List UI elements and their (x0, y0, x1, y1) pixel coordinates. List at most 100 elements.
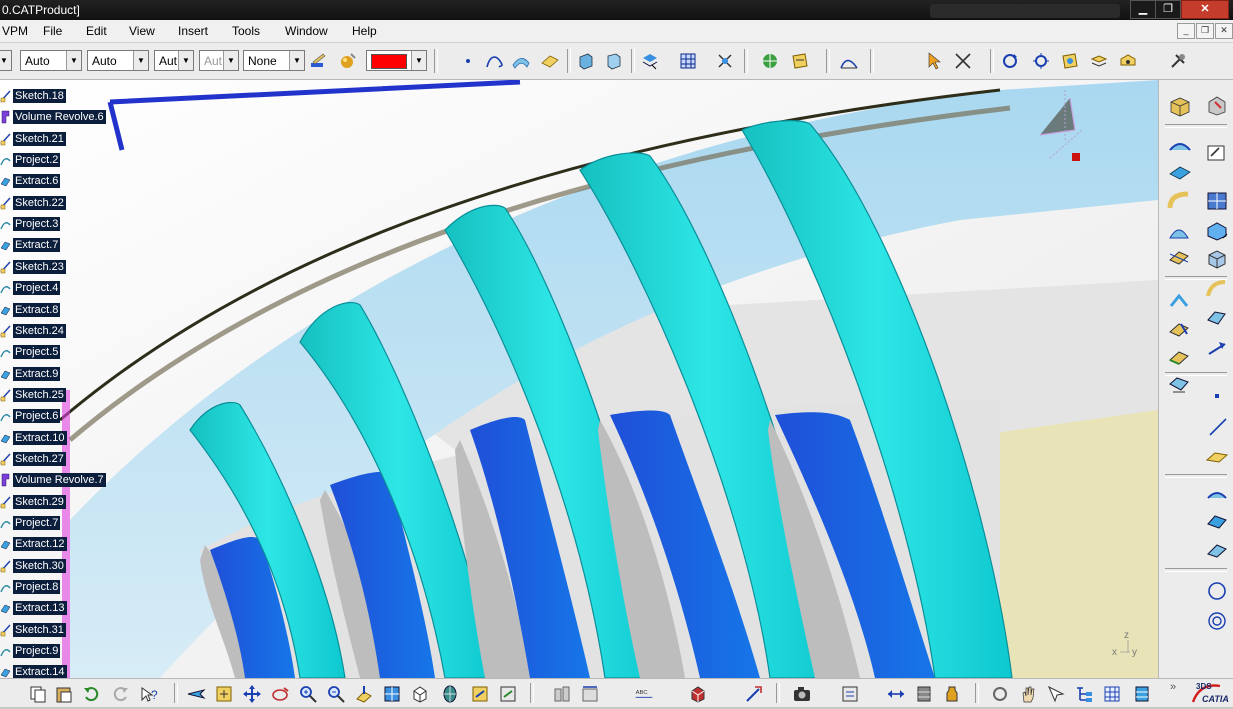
plane-icon[interactable] (540, 51, 560, 71)
edit-icon[interactable] (1060, 51, 1080, 71)
window-maximize-button[interactable]: ❐ (1155, 0, 1181, 19)
parallel-curve-icon[interactable] (1205, 540, 1229, 560)
spiral-icon[interactable] (1205, 610, 1229, 632)
hide-show-icon[interactable] (1118, 51, 1138, 71)
trim-icon[interactable] (1167, 318, 1191, 340)
spline-icon[interactable] (484, 51, 504, 71)
document-minimize-button[interactable]: _ (1177, 23, 1195, 39)
arrow-transform-icon[interactable] (744, 684, 764, 704)
split-icon[interactable] (1167, 246, 1191, 268)
menu-insert[interactable]: Insert (178, 24, 208, 38)
line-icon[interactable] (1207, 416, 1229, 438)
selection-trap-icon[interactable] (953, 51, 973, 71)
layer-stack-icon[interactable] (1089, 51, 1109, 71)
transform-icon[interactable] (1205, 338, 1229, 360)
3d-viewport[interactable]: z x y (0, 80, 1158, 678)
line-thickness-combo[interactable]: Auto ▼ (87, 50, 149, 71)
layers-icon[interactable] (1132, 684, 1152, 704)
color-combo[interactable]: ▼ (366, 50, 427, 71)
pan-icon[interactable] (242, 684, 262, 704)
arc-icon[interactable] (1205, 278, 1229, 300)
normal-view-icon[interactable] (354, 684, 374, 704)
loft-icon[interactable] (1167, 290, 1191, 312)
iso-view-icon[interactable] (410, 684, 430, 704)
sketcher-icon[interactable] (1205, 142, 1229, 164)
tree-expand-icon[interactable] (1074, 684, 1094, 704)
more-tools-chevron-icon[interactable]: » (1170, 681, 1176, 693)
curve-analysis-icon[interactable] (839, 51, 859, 71)
boundary-icon[interactable] (1167, 346, 1191, 368)
connect-icon[interactable] (1167, 374, 1191, 396)
measure-item-icon[interactable] (580, 684, 600, 704)
cube-view-icon[interactable] (1205, 248, 1229, 270)
document-close-button[interactable]: ✕ (1215, 23, 1233, 39)
sketch-cube-icon[interactable] (1167, 96, 1193, 118)
material-sphere-icon[interactable] (338, 51, 358, 71)
extrapolate-icon[interactable] (1205, 308, 1229, 330)
rotate-view-icon[interactable] (270, 684, 290, 704)
copy-icon[interactable] (28, 684, 48, 704)
rotate-icon[interactable] (1000, 51, 1020, 71)
point-symbol-combo[interactable]: Aut ▼ (154, 50, 194, 71)
revolve-icon[interactable] (604, 51, 624, 71)
undo-icon[interactable] (82, 684, 102, 704)
hide-show-icon[interactable] (470, 684, 490, 704)
zoom-out-icon[interactable] (326, 684, 346, 704)
document-restore-button[interactable]: ❐ (1196, 23, 1214, 39)
menu-file[interactable]: File (43, 24, 62, 38)
render-style-icon[interactable] (440, 684, 460, 704)
swap-visible-space-icon[interactable] (498, 684, 518, 704)
pointer-icon[interactable] (1046, 684, 1066, 704)
camera-icon[interactable] (792, 684, 812, 704)
knowledge-icon[interactable] (790, 51, 810, 71)
redo-icon[interactable] (110, 684, 130, 704)
multi-section-icon[interactable] (1205, 190, 1229, 212)
menu-view[interactable]: View (129, 24, 155, 38)
toolbar-truncated-combo[interactable]: ▼ (0, 50, 12, 71)
distance-analysis-icon[interactable] (886, 684, 906, 704)
loop-icon[interactable] (990, 684, 1010, 704)
grid-table-icon[interactable] (1102, 684, 1122, 704)
menu-edit[interactable]: Edit (86, 24, 107, 38)
multi-view-icon[interactable] (382, 684, 402, 704)
window-close-button[interactable]: ✕ (1181, 0, 1229, 19)
format-painter-icon[interactable] (309, 51, 329, 71)
grid-icon[interactable] (678, 51, 698, 71)
globe-icon[interactable] (760, 51, 780, 71)
menu-tools[interactable]: Tools (232, 24, 260, 38)
offset-surface-icon[interactable] (1167, 162, 1193, 182)
point-icon[interactable] (458, 51, 478, 71)
help-icon[interactable]: ? (140, 684, 160, 704)
blend-icon[interactable] (1205, 220, 1229, 242)
point-icon[interactable] (1209, 388, 1225, 404)
curve-on-surface-icon[interactable] (511, 51, 531, 71)
surface-extrude-icon[interactable] (1167, 136, 1193, 156)
measure-between-icon[interactable] (552, 684, 572, 704)
bottle-icon[interactable] (942, 684, 962, 704)
text-annotation-icon[interactable]: ABC (634, 684, 654, 704)
circle-icon[interactable] (1205, 580, 1229, 602)
fit-all-icon[interactable] (1031, 51, 1051, 71)
extrude-icon[interactable] (576, 51, 596, 71)
3d-model-view[interactable]: z x y (0, 80, 1158, 678)
analysis-icon[interactable] (715, 51, 735, 71)
line-type-combo[interactable]: Auto ▼ (20, 50, 82, 71)
paste-icon[interactable] (54, 684, 74, 704)
select-arrow-icon[interactable] (925, 51, 945, 71)
intersection-icon[interactable] (1205, 512, 1229, 532)
fly-mode-icon[interactable] (186, 684, 206, 704)
menu-vpm[interactable]: VPM (2, 24, 28, 38)
layer-combo[interactable]: None ▼ (243, 50, 305, 71)
fit-all-in-icon[interactable] (214, 684, 234, 704)
projection-icon[interactable] (1205, 484, 1229, 504)
zoom-in-icon[interactable] (298, 684, 318, 704)
cube-insert-icon[interactable] (688, 684, 708, 704)
hand-icon[interactable] (1018, 684, 1038, 704)
menu-help[interactable]: Help (352, 24, 377, 38)
database-icon[interactable] (914, 684, 934, 704)
join-icon[interactable] (640, 51, 660, 71)
window-minimize-button[interactable]: ▁ (1130, 0, 1156, 19)
fill-icon[interactable] (1167, 220, 1191, 242)
catalog-icon[interactable] (840, 684, 860, 704)
part-design-icon[interactable] (1205, 94, 1229, 116)
